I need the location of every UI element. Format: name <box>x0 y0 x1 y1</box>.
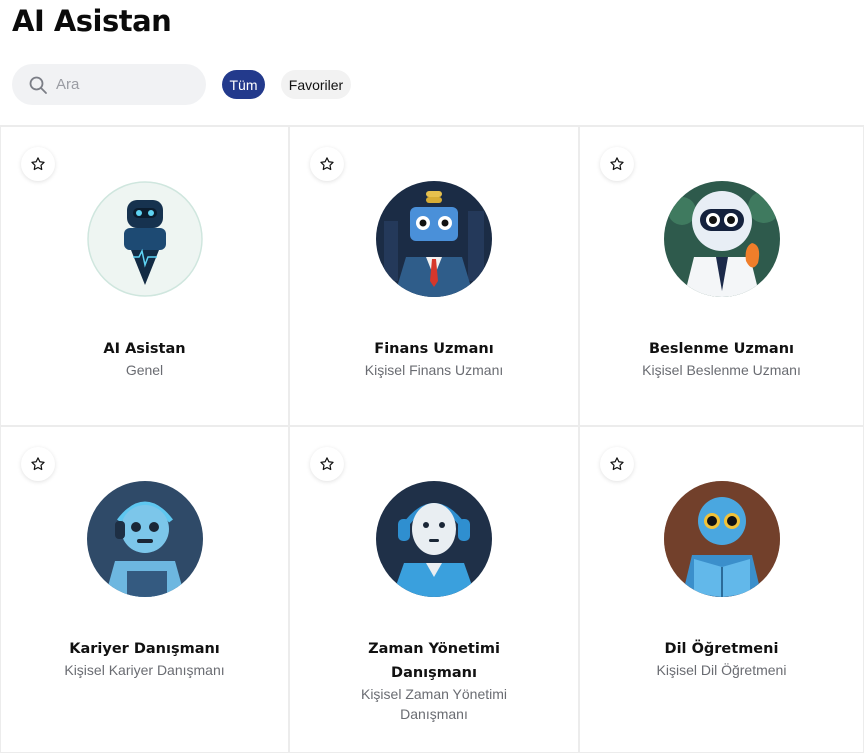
favorite-button[interactable] <box>600 147 634 181</box>
star-outline-icon <box>610 157 624 171</box>
assistant-card-nutrition[interactable]: Beslenme Uzmanı Kişisel Beslenme Uzmanı <box>579 126 864 426</box>
filter-favorites-button[interactable]: Favoriler <box>281 70 351 99</box>
search-box[interactable] <box>12 64 206 105</box>
page-title: AI Asistan <box>12 4 172 38</box>
card-subtitle: Genel <box>125 362 164 378</box>
assistant-card-language[interactable]: Dil Öğretmeni Kişisel Dil Öğretmeni <box>579 426 864 753</box>
assistant-card-general[interactable]: AI Asistan Genel <box>0 126 289 426</box>
card-title: Beslenme Uzmanı <box>648 341 795 357</box>
assistant-card-finance[interactable]: Finans Uzmanı Kişisel Finans Uzmanı <box>289 126 579 426</box>
favorite-button[interactable] <box>21 447 55 481</box>
favorite-button[interactable] <box>310 147 344 181</box>
star-outline-icon <box>320 157 334 171</box>
card-title: AI Asistan <box>103 341 186 357</box>
card-subtitle: Kişisel Beslenme Uzmanı <box>642 362 801 378</box>
card-subtitle: Kişisel Zaman Yönetimi Danışmanı <box>360 686 508 722</box>
card-subtitle: Kişisel Finans Uzmanı <box>364 362 504 378</box>
card-subtitle: Kişisel Kariyer Danışmanı <box>64 662 225 678</box>
assistant-grid: AI Asistan Genel Finans Uzmanı Kişisel F… <box>0 126 864 753</box>
search-input[interactable] <box>56 76 186 93</box>
card-title: Kariyer Danışmanı <box>69 641 220 657</box>
star-outline-icon <box>31 157 45 171</box>
avatar-robot-time-management <box>376 481 492 597</box>
assistant-card-time-management[interactable]: Zaman Yönetimi Danışmanı Kişisel Zaman Y… <box>289 426 579 753</box>
card-subtitle: Kişisel Dil Öğretmeni <box>656 662 787 678</box>
avatar-robot-nutrition <box>663 181 780 297</box>
favorite-button[interactable] <box>600 447 634 481</box>
avatar-robot-general <box>86 181 203 297</box>
card-title: Finans Uzmanı <box>374 341 494 357</box>
card-title: Zaman Yönetimi Danışmanı <box>368 641 500 681</box>
assistant-card-career[interactable]: Kariyer Danışmanı Kişisel Kariyer Danışm… <box>0 426 289 753</box>
avatar-robot-finance <box>376 181 492 297</box>
card-title: Dil Öğretmeni <box>664 641 779 657</box>
favorite-button[interactable] <box>21 147 55 181</box>
star-outline-icon <box>320 457 334 471</box>
favorite-button[interactable] <box>310 447 344 481</box>
avatar-robot-career <box>86 481 203 597</box>
star-outline-icon <box>610 457 624 471</box>
filter-all-button[interactable]: Tüm <box>222 70 265 99</box>
avatar-robot-language <box>663 481 780 597</box>
star-outline-icon <box>31 457 45 471</box>
search-icon <box>29 76 47 94</box>
